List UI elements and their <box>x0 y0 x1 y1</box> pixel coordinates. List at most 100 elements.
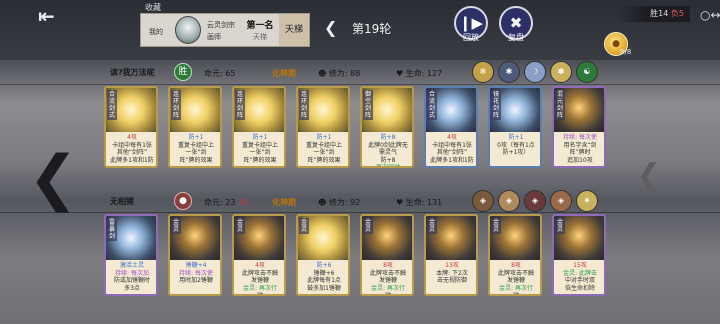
card-text-line: 动 <box>384 292 391 296</box>
relic-bar-bottom: ◈ ◈ ◈ ◈ ✷ <box>472 190 602 212</box>
relic-icon[interactable]: ◈ <box>550 190 572 212</box>
lose-badge: ● <box>174 192 192 210</box>
card-text: 13攻 本牌: 下2次 击无视防御 <box>428 262 476 285</box>
card-text-line: 13攻 <box>445 262 459 269</box>
card[interactable]: 镜花剑阵防+1 0攻（每有1点 防+1攻） <box>488 86 542 168</box>
card-text-line: 倍生命扣除 <box>564 284 595 292</box>
card-text-line: 防+6 <box>316 262 332 269</box>
collect-label[interactable]: 收藏 <box>145 2 161 13</box>
person-icon: ☻ <box>318 69 327 78</box>
card-text-line: 发锤鞭 <box>506 277 525 285</box>
card-title: 金灵 <box>235 218 245 234</box>
heart-icon: ♥ <box>396 198 404 207</box>
hp-stat: ♥ 生命: 127 <box>396 69 443 78</box>
card-text-line: 防+1 <box>316 134 332 141</box>
relic-icon[interactable]: ◈ <box>498 190 520 212</box>
card-text-line: 中对手时双 <box>564 277 595 285</box>
card-text-line: 8攻 <box>511 262 521 269</box>
panel-rank: 第一名 <box>246 21 274 31</box>
relic-icon[interactable]: ✻ <box>472 61 494 83</box>
card-text: 激活土灵 持续: 每次加 防或加锤鞭时 多3点 <box>108 262 156 292</box>
card-text-line: 金灵: 再次行 <box>243 284 277 292</box>
card-text: 防+1 重复卡组中上 一张“剑 阵”牌的效果 <box>300 134 348 164</box>
card-text-line: 激活土灵 <box>119 262 144 269</box>
card-title: 金灵 <box>555 218 565 234</box>
win-badge: 胜 <box>174 63 192 81</box>
card-text-line: 阵”牌的效果 <box>307 156 341 164</box>
card-title: 御空剑阵 <box>363 90 373 120</box>
card-text-line: 一张“剑 <box>313 149 335 157</box>
card-text: 持续: 每次使 用名字含“剑 阵”牌时 追加10攻 <box>556 134 604 164</box>
card-text-line: 阵”牌时 <box>569 149 591 157</box>
share-icon[interactable]: ○↔ <box>700 8 720 22</box>
hp-stat-bottom: ♥ 生命: 131 <box>396 198 443 207</box>
card[interactable]: 金灵 8攻 此牌攻击不触 发锤鞭 金灵: 再次行动 <box>360 214 414 296</box>
back-arrow-icon[interactable]: ⇤ <box>38 6 68 26</box>
card[interactable]: 金灵 防+6 锤鞭+6 此牌每有1点 鼓多加1锤鞭 <box>296 214 350 296</box>
mingyuan-stat-bottom: 命元: 23 35 <box>204 198 249 207</box>
card[interactable]: 合流剑式 4攻 卡组中每有1张 其他“剑阵” 此牌多1攻和1防 <box>104 86 158 168</box>
relic-icon[interactable]: ☽ <box>524 61 546 83</box>
card-text-line: 持续: 每次使 <box>563 134 597 141</box>
relic-icon[interactable]: ◈ <box>472 190 494 212</box>
card-text: 15攻 金灵: 此牌击 中对手时双 倍生命扣除 <box>556 262 604 292</box>
card[interactable]: 雷暴剑 激活土灵 持续: 每次加 防或加锤鞭时 多3点 <box>104 214 158 296</box>
card-text-line: 需灵气 <box>378 149 397 157</box>
card[interactable]: 金灵 4攻 此牌攻击不触 发锤鞭 金灵: 再次行动 <box>232 214 286 296</box>
chevron-left-icon[interactable]: ❮ <box>324 18 337 37</box>
score-box: 胜14 负5 <box>618 6 690 22</box>
relic-icon[interactable]: ☯ <box>576 61 598 83</box>
panel-tier[interactable]: 天梯 <box>279 14 309 46</box>
wins-count: 胜14 <box>650 9 669 18</box>
card[interactable]: 御空剑阵 防+8 此牌0剑此牌无 需灵气 防+8 再次行动 <box>360 86 414 168</box>
divider <box>0 84 720 85</box>
card-title: 金灵 <box>427 218 437 234</box>
card-title: 金灵 <box>363 218 373 234</box>
card[interactable]: 连环剑阵防+1 重复卡组中上 一张“剑 阵”牌的效果 <box>168 86 222 168</box>
card-text: 防+1 0攻（每有1点 防+1攻） <box>492 134 540 157</box>
card-text-line: 阵”牌的效果 <box>243 156 277 164</box>
relic-icon[interactable]: ✽ <box>550 61 572 83</box>
card[interactable]: 金灵 13攻 本牌: 下2次 击无视防御 <box>424 214 478 296</box>
card-text-line: 动 <box>512 292 519 296</box>
card[interactable]: 金灵 15攻 金灵: 此牌击 中对手时双 倍生命扣除 <box>552 214 606 296</box>
card[interactable]: 连环剑阵 防+1 重复卡组中上 一张“剑 阵”牌的效果 <box>232 86 286 168</box>
card-text-line: 防+8 <box>380 134 396 141</box>
card-title: 合流剑式 <box>107 90 117 120</box>
card[interactable]: 金灵 锤鞭+4 持续: 每次使 用时加2锤鞭 <box>168 214 222 296</box>
panel-label: 我的 <box>149 28 163 36</box>
relic-icon[interactable]: ◈ <box>524 190 546 212</box>
relic-icon[interactable]: ✱ <box>498 61 520 83</box>
card-text-line: 锤鞭+4 <box>185 262 207 269</box>
panel-rank-sub: 天梯 <box>253 33 267 41</box>
card-text-line: 防+1 <box>252 134 268 141</box>
card-title: 金灵 <box>171 218 181 234</box>
card-text-line: 击无视防御 <box>436 277 467 285</box>
card-text-line: 4攻 <box>255 262 265 269</box>
card-title: 镜花剑阵 <box>491 90 501 120</box>
card[interactable]: 连环剑阵防+1 重复卡组中上 一张“剑 阵”牌的效果 <box>296 86 350 168</box>
panel-name: 云灵剑宗 <box>207 21 235 29</box>
card-title: 连环剑阵 <box>171 90 181 120</box>
player-top-row: 读?我万法呢 胜 命元: 65 化神期 ☻ 修为: 88 ♥ 生命: 127 ✻… <box>0 61 720 83</box>
player-bottom-row: 无相猪 ● 命元: 23 35 化神期 ☻ 修为: 92 ♥ 生命: 131 ◈… <box>0 190 720 212</box>
card-text-line: 此牌多1攻和1防 <box>110 156 154 164</box>
card-text: 4攻 此牌攻击不触 发锤鞭 金灵: 再次行动 <box>236 262 284 296</box>
card-text-line: 动 <box>256 292 263 296</box>
card[interactable]: 合流剑式 4攻 卡组中每有1张 其他“剑阵” 此牌多1攻和1防 <box>424 86 478 168</box>
card-text: 8攻 此牌攻击不触 发锤鞭 金灵: 再次行动 <box>364 262 412 296</box>
card-text-line: 发锤鞭 <box>250 277 269 285</box>
card-title: 连环剑阵 <box>299 90 309 120</box>
card-text-line: 再次行动 <box>375 164 400 168</box>
card-text: 防+1 重复卡组中上 一张“剑 阵”牌的效果 <box>172 134 220 164</box>
card[interactable]: 金灵 8攻 此牌攻击不触 发锤鞭 金灵: 再次行动 <box>488 214 542 296</box>
card-text-line: 发锤鞭 <box>378 277 397 285</box>
card-text-line: 此牌多1攻和1防 <box>430 156 474 164</box>
xiuwei-stat-bottom: ☻ 修为: 92 <box>318 198 361 207</box>
card-text-line: 用时加2锤鞭 <box>179 277 213 285</box>
player-panel[interactable]: 我的 云灵剑宗 画师 第一名 天梯 天梯 <box>140 13 310 47</box>
right-chevron-icon[interactable]: ❮ <box>636 158 661 193</box>
relic-icon[interactable]: ✷ <box>576 190 598 212</box>
card[interactable]: 混元剑阵 持续: 每次使 用名字含“剑 阵”牌时 追加10攻 <box>552 86 606 168</box>
card-title: 金灵 <box>491 218 501 234</box>
